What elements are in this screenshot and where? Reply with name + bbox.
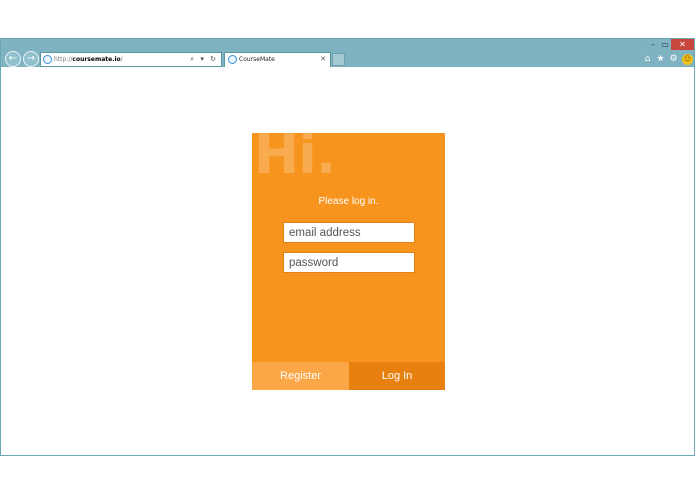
back-button[interactable]: ← <box>5 51 21 67</box>
email-field[interactable] <box>283 222 415 243</box>
star-icon[interactable]: ★ <box>655 54 666 65</box>
minimize-button[interactable]: – <box>647 39 659 50</box>
register-button[interactable]: Register <box>252 362 349 390</box>
smiley-icon[interactable]: ☺ <box>682 54 693 65</box>
ie-tab-icon <box>228 55 237 64</box>
login-prompt: Please log in. <box>318 196 379 207</box>
address-bar[interactable]: http://coursemate.io/ ⌕ ▾ ↻ <box>40 52 222 67</box>
login-card: Hi. Please log in. Register Log In <box>252 133 445 390</box>
tab-title: CourseMate <box>239 56 275 63</box>
browser-window: ← → http://coursemate.io/ ⌕ ▾ ↻ CourseMa… <box>0 38 695 456</box>
arrow-left-icon: ← <box>8 53 18 64</box>
new-tab-button[interactable] <box>332 53 345 66</box>
login-button[interactable]: Log In <box>349 362 445 390</box>
ie-page-icon <box>43 55 52 64</box>
greeting-watermark: Hi. <box>254 133 336 186</box>
tab-close-icon[interactable]: ✕ <box>320 53 326 66</box>
password-field[interactable] <box>283 252 415 273</box>
maximize-button[interactable]: ▭ <box>659 39 671 50</box>
forward-button[interactable]: → <box>23 51 39 67</box>
arrow-right-icon: → <box>26 53 36 64</box>
address-tools[interactable]: ⌕ ▾ ↻ <box>190 53 218 66</box>
home-icon[interactable]: ⌂ <box>642 54 653 65</box>
close-button[interactable]: ✕ <box>671 39 694 50</box>
url-text[interactable]: http://coursemate.io/ <box>54 53 123 66</box>
browser-chrome: ← → http://coursemate.io/ ⌕ ▾ ↻ CourseMa… <box>1 39 694 67</box>
tab-coursemate[interactable]: CourseMate ✕ <box>224 52 331 67</box>
gear-icon[interactable]: ⚙ <box>668 54 679 65</box>
page-content: Hi. Please log in. Register Log In <box>1 67 694 455</box>
